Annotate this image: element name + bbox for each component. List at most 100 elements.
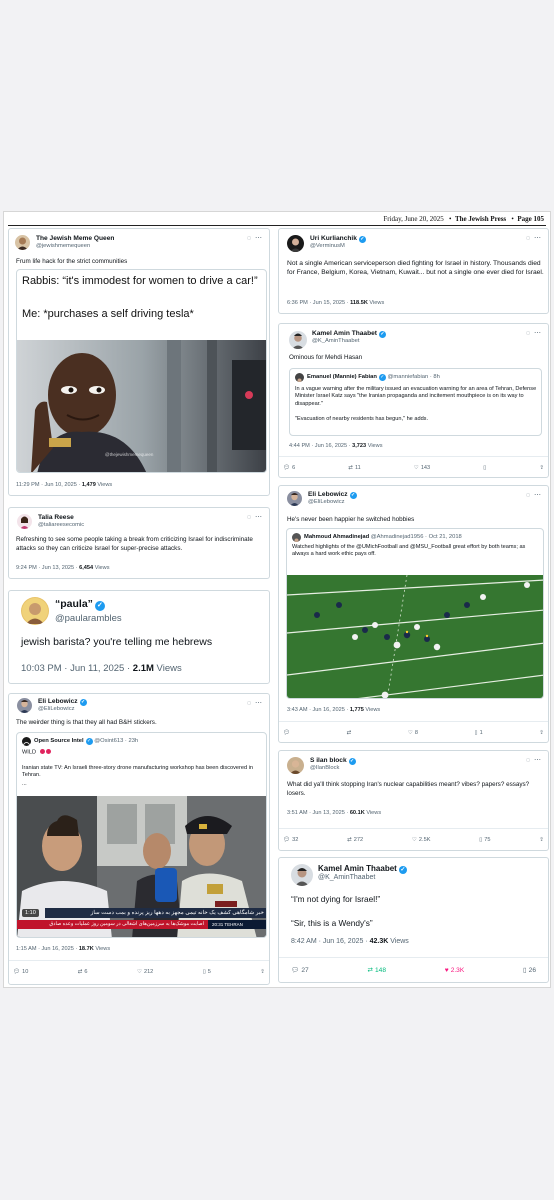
display-name[interactable]: Uri Kurlianchik ✓	[310, 235, 366, 243]
user-handle[interactable]: @jewishmemequeen	[36, 243, 90, 249]
tweet-timestamp[interactable]: 3:51 AM · Jun 13, 2025 ·	[287, 810, 350, 816]
repost-button[interactable]: ⇄	[347, 730, 352, 736]
reply-button[interactable]: 💬︎	[283, 730, 290, 736]
quoted-tweet[interactable]: Mahmoud Ahmadinejad @Ahmadinejad1956 · O…	[286, 528, 544, 699]
bookmark-button[interactable]: ▯	[483, 465, 486, 471]
quoted-handle[interactable]: @Ahmadinejad1956 · Oct 21, 2018	[371, 534, 462, 540]
like-button[interactable]: ♥ 2.3K	[445, 967, 465, 974]
bookmark-count: 1	[479, 729, 483, 736]
user-handle[interactable]: @K_AminThaabet	[318, 874, 375, 881]
repost-button[interactable]: ⇄ 11	[348, 465, 361, 471]
tweet-card-uri-kurlianchik[interactable]: Uri Kurlianchik ✓ @VerminusM ◌ ⋯ Not a si…	[278, 228, 549, 314]
reply-button[interactable]: 💬︎ 32	[283, 837, 298, 843]
quoted-avatar[interactable]	[292, 533, 301, 542]
like-button[interactable]: ♡ 2.5K	[412, 837, 431, 843]
bookmark-button[interactable]: ▯ 26	[523, 966, 536, 975]
tweet-meta: 4:44 PM · Jun 16, 2025 · 3,723 Views	[289, 443, 383, 449]
grok-icon[interactable]: ◌	[526, 235, 531, 242]
display-name[interactable]: Eli Lebowicz ✓	[308, 491, 357, 499]
quoted-display-name[interactable]: Open Source Intel	[34, 738, 84, 744]
more-icon[interactable]: ⋯	[534, 330, 542, 337]
grok-icon[interactable]: ◌	[526, 757, 531, 764]
user-handle[interactable]: @K_AminThaabet	[312, 338, 359, 344]
bookmark-button[interactable]: ▯ 1	[475, 730, 483, 736]
display-name[interactable]: Kamel Amin Thaabet ✓	[312, 330, 386, 338]
football-photo[interactable]	[287, 575, 544, 699]
repost-button[interactable]: ⇄ 6	[78, 969, 88, 975]
tweet-card-kamel-wendys[interactable]: Kamel Amin Thaabet ✓ @K_AminThaabet “I'm …	[278, 857, 549, 983]
user-handle[interactable]: @IlanBlock	[310, 765, 339, 771]
quoted-tweet[interactable]: Open Source Intel ✓ @Osint613 · 23h WILD …	[16, 732, 267, 938]
avatar[interactable]	[17, 698, 32, 713]
like-button[interactable]: ♡ 143	[414, 465, 430, 471]
reply-button[interactable]: 💬︎ 6	[283, 465, 295, 471]
quoted-avatar[interactable]	[22, 737, 31, 746]
user-handle[interactable]: @taliareesecomic	[38, 522, 84, 528]
avatar[interactable]	[17, 514, 32, 529]
more-icon[interactable]: ⋯	[534, 757, 542, 764]
tweet-card-eli-lebowicz-osint[interactable]: Eli Lebowicz ✓ @EliLebowicz ◌ ⋯ The weird…	[8, 693, 270, 985]
quoted-handle[interactable]: @Osint613 · 23h	[94, 738, 138, 744]
tweet-timestamp[interactable]: 1:15 AM · Jun 16, 2025 ·	[16, 946, 79, 952]
display-name[interactable]: The Jewish Meme Queen	[36, 235, 114, 242]
reply-button[interactable]: 💬︎ 27	[291, 966, 309, 975]
display-name[interactable]: Talia Reese	[38, 514, 74, 521]
more-icon[interactable]: ⋯	[255, 235, 263, 242]
grok-icon[interactable]: ◌	[247, 235, 252, 242]
display-name[interactable]: S ilan block ✓	[310, 757, 356, 765]
share-button[interactable]: ⇪	[539, 730, 544, 736]
quoted-display-name[interactable]: Emanuel (Mannie) Fabian	[307, 374, 377, 380]
grok-icon[interactable]: ◌	[526, 492, 531, 499]
avatar[interactable]	[15, 235, 30, 250]
share-button[interactable]: ⇪	[260, 969, 265, 975]
meme-image[interactable]: Rabbis: “it's immodest for women to driv…	[16, 269, 267, 473]
bookmark-button[interactable]: ▯ 5	[203, 969, 211, 975]
avatar[interactable]	[287, 235, 304, 252]
repost-button[interactable]: ⇄ 148	[367, 966, 386, 975]
user-handle[interactable]: @paularambles	[55, 613, 122, 624]
display-name[interactable]: “paula” ✓	[55, 598, 105, 611]
tweet-timestamp[interactable]: 4:44 PM · Jun 16, 2025 ·	[289, 443, 352, 449]
tweet-timestamp[interactable]: 9:24 PM · Jun 13, 2025 ·	[16, 565, 79, 571]
grok-icon[interactable]: ◌	[247, 514, 252, 521]
like-button[interactable]: ♡ 8	[408, 730, 418, 736]
reply-button[interactable]: 💬︎ 10	[13, 969, 28, 975]
quoted-display-name[interactable]: Mahmoud Ahmadinejad	[304, 534, 369, 540]
user-handle[interactable]: @EliLebowicz	[38, 706, 75, 712]
tweet-timestamp[interactable]: 11:29 PM · Jun 10, 2025 ·	[16, 482, 82, 488]
more-icon[interactable]: ⋯	[255, 514, 263, 521]
share-button[interactable]: ⇪	[539, 837, 544, 843]
user-handle[interactable]: @VerminusM	[310, 243, 345, 249]
tweet-timestamp[interactable]: 3:43 AM · Jun 16, 2025 ·	[287, 707, 350, 713]
avatar[interactable]	[21, 597, 49, 625]
tweet-card-eli-lebowicz-football[interactable]: Eli Lebowicz ✓ @EliLebowicz ◌ ⋯ He's neve…	[278, 485, 549, 743]
tweet-card-jewish-meme-queen[interactable]: The Jewish Meme Queen @jewishmemequeen ◌…	[8, 228, 270, 496]
more-icon[interactable]: ⋯	[534, 492, 542, 499]
quoted-tweet[interactable]: Emanuel (Mannie) Fabian ✓ @manniefabian ·…	[289, 368, 542, 436]
tweet-timestamp[interactable]: 6:36 PM · Jun 15, 2025 ·	[287, 300, 350, 306]
like-button[interactable]: ♡ 212	[137, 969, 153, 975]
grok-icon[interactable]: ◌	[526, 330, 531, 337]
share-button[interactable]: ⇪	[539, 465, 544, 471]
bookmark-button[interactable]: ▯ 75	[479, 837, 490, 843]
avatar[interactable]	[287, 491, 302, 506]
more-icon[interactable]: ⋯	[534, 235, 542, 242]
tweet-card-paula[interactable]: “paula” ✓ @paularambles jewish barista? y…	[8, 590, 270, 684]
tweet-timestamp[interactable]: 8:42 AM · Jun 16, 2025 ·	[291, 938, 370, 945]
tweet-timestamp[interactable]: 10:03 PM · Jun 11, 2025 ·	[21, 663, 133, 674]
grok-icon[interactable]: ◌	[247, 700, 252, 707]
display-name[interactable]: Kamel Amin Thaabet ✓	[318, 864, 407, 874]
tweet-card-talia-reese[interactable]: Talia Reese @taliareesecomic ◌ ⋯ Refresh…	[8, 507, 270, 579]
avatar[interactable]	[289, 331, 307, 349]
display-name[interactable]: Eli Lebowicz ✓	[38, 698, 87, 706]
user-handle[interactable]: @EliLebowicz	[308, 499, 345, 505]
video-player[interactable]: خبر شامگاهی کشف یک خانه تیمی مجهز به دهه…	[17, 796, 266, 937]
avatar[interactable]	[291, 864, 313, 886]
more-icon[interactable]: ⋯	[255, 700, 263, 707]
tweet-card-kamel-ominous[interactable]: Kamel Amin Thaabet ✓ @K_AminThaabet ◌ ⋯ O…	[278, 323, 549, 478]
tweet-card-ilan-block[interactable]: S ilan block ✓ @IlanBlock ◌ ⋯ What did ya…	[278, 750, 549, 851]
quoted-avatar[interactable]	[295, 373, 304, 382]
repost-button[interactable]: ⇄ 272	[347, 837, 363, 843]
avatar[interactable]	[287, 757, 304, 774]
quoted-handle[interactable]: @manniefabian · 8h	[388, 374, 440, 380]
